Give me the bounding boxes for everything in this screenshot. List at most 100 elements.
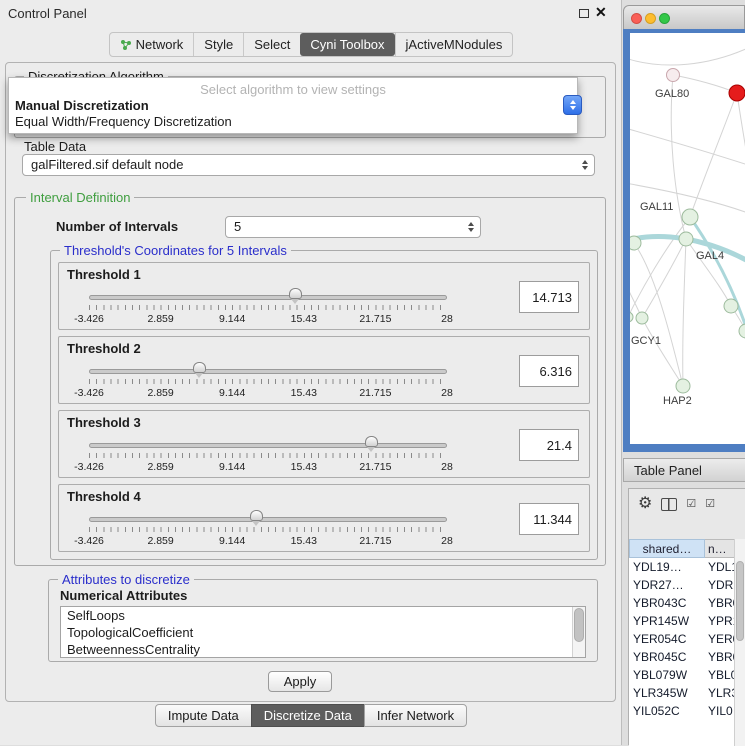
table-row[interactable]: YPR145W YPR1… <box>629 612 735 630</box>
scrollbar-thumb[interactable] <box>736 561 744 641</box>
table-data-label: Table Data <box>24 139 86 154</box>
checkbox-icon-1[interactable]: ☑ <box>686 499 696 510</box>
network-window-titlebar[interactable] <box>623 5 745 29</box>
node[interactable] <box>630 312 633 322</box>
table-row[interactable]: YBL079W YBL0… <box>629 666 735 684</box>
scale-label: -3.426 <box>74 313 104 325</box>
bottom-tabbar: Impute Data Discretize Data Infer Networ… <box>0 704 622 727</box>
threshold-slider[interactable]: -3.426 2.859 9.144 15.43 21.715 28 <box>89 435 447 477</box>
threshold-value-field[interactable]: 11.344 <box>519 503 579 535</box>
cell-name[interactable]: YBL0… <box>705 666 735 684</box>
slider-track[interactable] <box>89 295 447 300</box>
slider-track[interactable] <box>89 517 447 522</box>
node[interactable] <box>636 312 648 324</box>
list-item[interactable]: BetweennessCentrality <box>61 641 585 658</box>
cell-shared-name[interactable]: YIL052C <box>629 702 705 720</box>
cell-shared-name[interactable]: YER054C <box>629 630 705 648</box>
cell-shared-name[interactable]: YBR043C <box>629 594 705 612</box>
tab-select[interactable]: Select <box>243 33 300 56</box>
table-scrollbar[interactable] <box>734 539 745 746</box>
slider-thumb[interactable] <box>289 288 302 299</box>
list-item[interactable]: SelfLoops <box>61 607 585 624</box>
close-icon[interactable]: ✕ <box>595 4 607 21</box>
tab-impute-data[interactable]: Impute Data <box>155 704 252 727</box>
tab-label: Style <box>204 37 233 52</box>
network-canvas[interactable]: GAL80 GAL11 GAL4 GCY1 HAP2 <box>630 33 745 444</box>
table-toolbar: ⚙ ☑ ☑ <box>629 489 745 519</box>
tab-network[interactable]: Network <box>110 33 194 56</box>
float-window-icon[interactable] <box>579 9 589 18</box>
gear-icon[interactable]: ⚙ <box>638 496 652 512</box>
cell-name[interactable]: YBR0… <box>705 594 735 612</box>
table-row[interactable]: YIL052C YIL0… <box>629 702 735 720</box>
dropdown-option-equal-width-frequency[interactable]: Equal Width/Frequency Discretization <box>9 113 577 129</box>
group-title: Attributes to discretize <box>58 572 194 587</box>
list-item[interactable]: TopologicalCoefficient <box>61 624 585 641</box>
close-button[interactable] <box>631 13 642 24</box>
threshold-value-field[interactable]: 14.713 <box>519 281 579 313</box>
scale-label: 2.859 <box>147 313 173 325</box>
slider-track[interactable] <box>89 369 447 374</box>
table-row[interactable]: YBR043C YBR0… <box>629 594 735 612</box>
threshold-slider[interactable]: -3.426 2.859 9.144 15.43 21.715 28 <box>89 287 447 329</box>
table-row[interactable]: YBR045C YBR0… <box>629 648 735 666</box>
slider-thumb[interactable] <box>193 362 206 373</box>
scale-label: 21.715 <box>359 535 391 547</box>
algorithm-combobox-stepper[interactable] <box>563 95 582 115</box>
column-header-shared-name[interactable]: shared… <box>629 539 705 558</box>
cell-name[interactable]: YDL1… <box>705 558 735 576</box>
threshold-panel: Threshold 1 -3.426 2.859 9.144 15.43 21.… <box>58 262 590 330</box>
cell-name[interactable]: YBR0… <box>705 648 735 666</box>
tab-cyni-toolbox[interactable]: Cyni Toolbox <box>300 33 394 56</box>
node[interactable] <box>667 69 680 82</box>
tab-style[interactable]: Style <box>193 33 243 56</box>
table-row[interactable]: YER054C YER0… <box>629 630 735 648</box>
cell-shared-name[interactable]: YBR045C <box>629 648 705 666</box>
node[interactable] <box>630 236 641 250</box>
cell-name[interactable]: YPR1… <box>705 612 735 630</box>
threshold-slider[interactable]: -3.426 2.859 9.144 15.43 21.715 28 <box>89 361 447 403</box>
column-header-name[interactable]: n… <box>705 539 735 558</box>
cell-shared-name[interactable]: YDR27… <box>629 576 705 594</box>
apply-button[interactable]: Apply <box>268 671 332 692</box>
node-selected[interactable] <box>729 85 745 101</box>
list-scrollbar[interactable] <box>572 607 585 657</box>
table-row[interactable]: YDR27… YDR2… <box>629 576 735 594</box>
scrollbar-thumb[interactable] <box>574 608 584 642</box>
slider-thumb[interactable] <box>365 436 378 447</box>
slider-thumb[interactable] <box>250 510 263 521</box>
table-row[interactable]: YDL19… YDL1… <box>629 558 735 576</box>
dropdown-option-manual-discretization[interactable]: Manual Discretization <box>9 97 577 113</box>
zoom-button[interactable] <box>659 13 670 24</box>
cell-name[interactable]: YLR3… <box>705 684 735 702</box>
cell-name[interactable]: YER0… <box>705 630 735 648</box>
node[interactable] <box>739 324 745 338</box>
table-data-combobox[interactable]: galFiltered.sif default node <box>22 154 595 176</box>
threshold-value-field[interactable]: 6.316 <box>519 355 579 387</box>
cell-name[interactable]: YIL0… <box>705 702 735 720</box>
cell-name[interactable]: YDR2… <box>705 576 735 594</box>
tab-infer-network[interactable]: Infer Network <box>364 704 467 727</box>
columns-icon[interactable] <box>661 498 677 511</box>
slider-track[interactable] <box>89 443 447 448</box>
node[interactable] <box>676 379 690 393</box>
cell-shared-name[interactable]: YLR345W <box>629 684 705 702</box>
table-panel-header[interactable]: Table Panel <box>623 458 745 482</box>
tab-discretize-data[interactable]: Discretize Data <box>251 704 365 727</box>
minimize-button[interactable] <box>645 13 656 24</box>
number-of-intervals-combobox[interactable]: 5 <box>225 216 481 238</box>
threshold-slider[interactable]: -3.426 2.859 9.144 15.43 21.715 28 <box>89 509 447 551</box>
attributes-list[interactable]: SelfLoops TopologicalCoefficient Between… <box>60 606 586 658</box>
checkbox-icon-2[interactable]: ☑ <box>705 499 715 510</box>
cell-shared-name[interactable]: YDL19… <box>629 558 705 576</box>
control-panel-window: Control Panel ✕ Network Style Select Cyn… <box>0 0 622 745</box>
node[interactable] <box>724 299 738 313</box>
table-row[interactable]: YLR345W YLR3… <box>629 684 735 702</box>
node[interactable] <box>679 232 693 246</box>
combobox-value: galFiltered.sif default node <box>31 155 183 175</box>
threshold-value-field[interactable]: 21.4 <box>519 429 579 461</box>
tab-jactivemnodules[interactable]: jActiveMNodules <box>395 33 513 56</box>
node[interactable] <box>682 209 698 225</box>
cell-shared-name[interactable]: YPR145W <box>629 612 705 630</box>
cell-shared-name[interactable]: YBL079W <box>629 666 705 684</box>
